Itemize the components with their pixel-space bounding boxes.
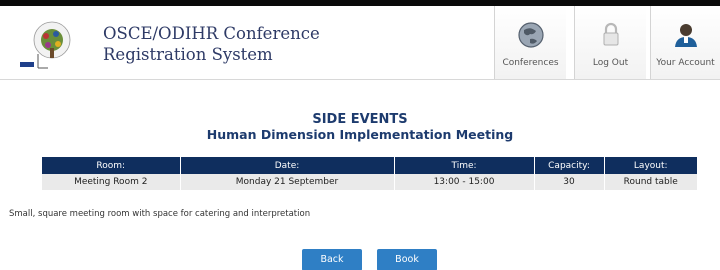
app-title-line2: Registration System bbox=[103, 45, 273, 64]
cell-layout: Round table bbox=[603, 174, 697, 190]
app-title-line1: OSCE/ODIHR Conference bbox=[103, 24, 320, 43]
nav-conferences-label: Conferences bbox=[502, 58, 559, 68]
cell-room: Meeting Room 2 bbox=[42, 174, 180, 190]
app-title: OSCE/ODIHR Conference Registration Syste… bbox=[103, 23, 320, 65]
column-header-time: Time: bbox=[393, 157, 534, 174]
cell-capacity: 30 bbox=[533, 174, 604, 190]
back-button[interactable]: Back bbox=[302, 249, 362, 270]
table-row: Meeting Room 2 Monday 21 September 13:00… bbox=[42, 174, 697, 190]
table-header-row: Room: Date: Time: Capacity: Layout: bbox=[42, 157, 697, 174]
book-button[interactable]: Book bbox=[377, 249, 437, 270]
column-header-layout: Layout: bbox=[603, 157, 697, 174]
user-icon bbox=[671, 20, 701, 50]
cell-date: Monday 21 September bbox=[179, 174, 394, 190]
room-description: Small, square meeting room with space fo… bbox=[9, 209, 311, 219]
room-table: Room: Date: Time: Capacity: Layout: Meet… bbox=[42, 157, 697, 190]
nav-your-account[interactable]: Your Account bbox=[650, 6, 720, 79]
nav-log-out-label: Log Out bbox=[592, 58, 629, 68]
column-header-date: Date: bbox=[179, 157, 394, 174]
page-title: SIDE EVENTS bbox=[312, 112, 408, 127]
nav-conferences[interactable]: Conferences bbox=[494, 6, 566, 79]
column-header-room: Room: bbox=[42, 157, 180, 174]
osce-odihr-logo[interactable] bbox=[20, 18, 90, 76]
cell-time: 13:00 - 15:00 bbox=[393, 174, 534, 190]
page-subtitle: Human Dimension Implementation Meeting bbox=[206, 127, 514, 142]
nav-log-out[interactable]: Log Out bbox=[574, 6, 646, 79]
lock-icon bbox=[596, 20, 626, 50]
globe-icon bbox=[516, 20, 546, 50]
app-header: OSCE/ODIHR Conference Registration Syste… bbox=[0, 6, 720, 80]
column-header-capacity: Capacity: bbox=[533, 157, 604, 174]
nav-your-account-label: Your Account bbox=[656, 58, 715, 68]
